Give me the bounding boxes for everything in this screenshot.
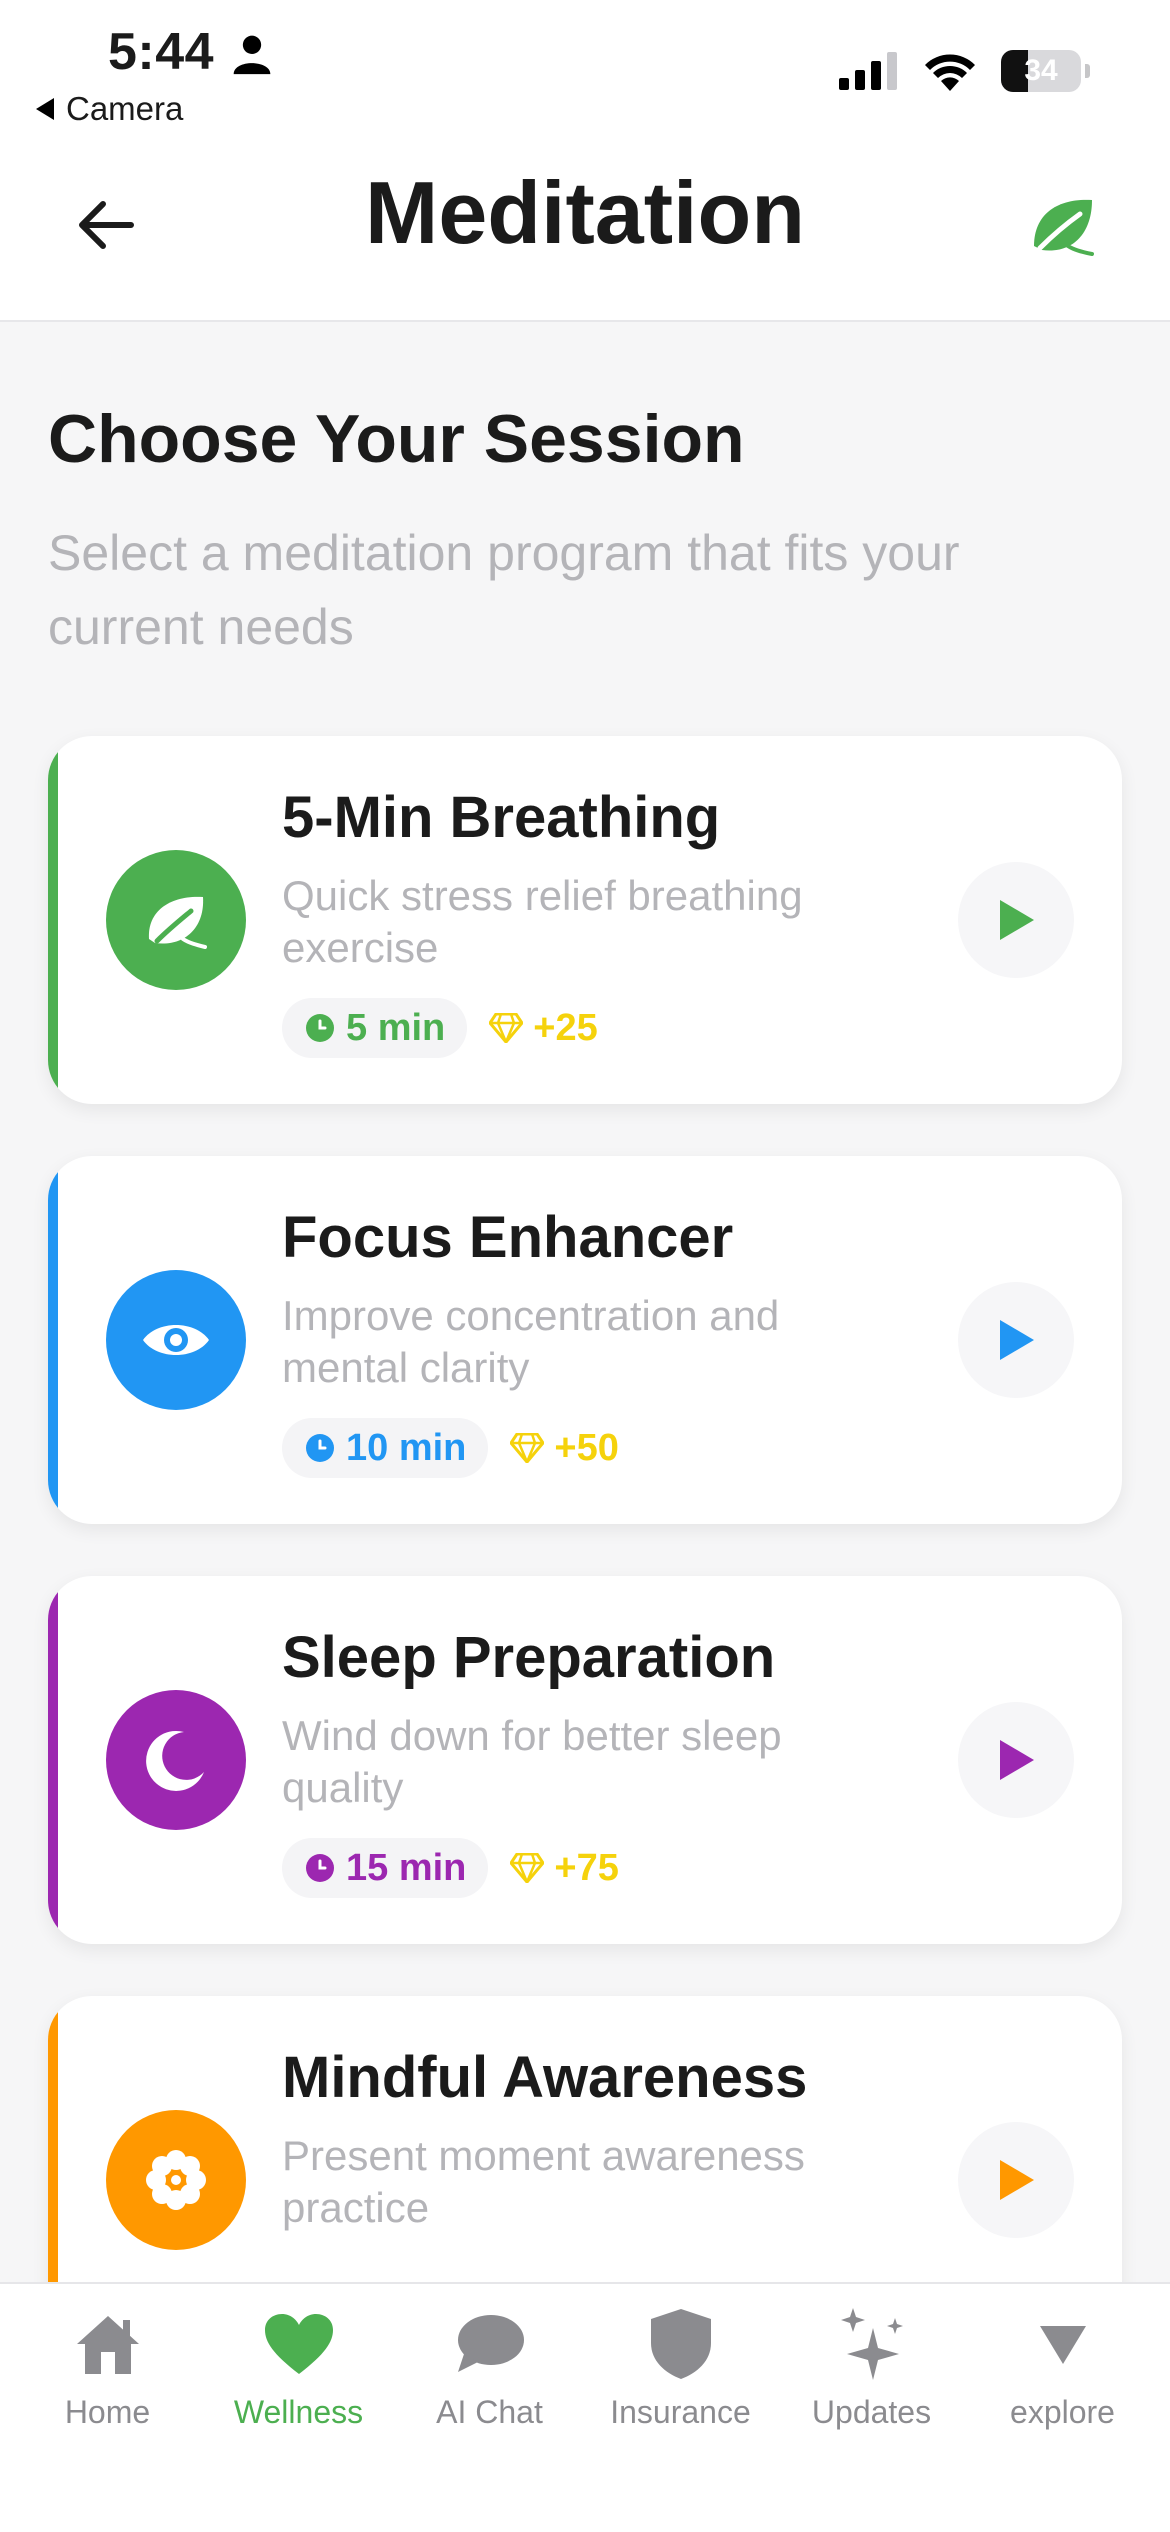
duration-badge: 10 min [282, 1418, 489, 1478]
card-accent-bar [48, 1156, 58, 1524]
play-icon [1000, 1740, 1034, 1780]
back-to-app-link[interactable]: Camera [36, 90, 183, 128]
battery-cap [1085, 64, 1090, 78]
tab-explore[interactable]: explore [973, 2302, 1153, 2532]
play-button[interactable] [958, 862, 1074, 978]
triangle-down-icon [1021, 2302, 1105, 2386]
leaf-icon [148, 896, 207, 949]
back-app-label: Camera [66, 90, 184, 127]
session-title: Mindful Awareness [282, 2045, 808, 2110]
session-card-sleep[interactable]: Sleep Preparation Wind down for better s… [48, 1576, 1122, 1944]
chat-bubble-icon [448, 2302, 532, 2386]
session-icon-circle [106, 1690, 246, 1830]
session-meta: 15 min +75 [282, 1838, 619, 1898]
session-title: Focus Enhancer [282, 1205, 734, 1270]
duration-badge: 15 min [282, 1838, 489, 1898]
session-description: Improve concentration and mental clarity [282, 1292, 780, 1391]
duration-label: 15 min [346, 1846, 467, 1889]
play-button[interactable] [958, 1702, 1074, 1818]
gem-icon [510, 1433, 545, 1463]
session-icon-circle [106, 850, 246, 990]
duration-badge: 5 min [282, 998, 468, 1058]
wifi-icon [925, 54, 975, 91]
sparkles-icon [830, 2302, 914, 2386]
session-title: Sleep Preparation [282, 1625, 776, 1690]
play-icon [1000, 900, 1034, 940]
session-card-breathing[interactable]: 5-Min Breathing Quick stress relief brea… [48, 736, 1122, 1104]
session-icon-circle [106, 1270, 246, 1410]
play-icon [1000, 1320, 1034, 1360]
person-icon [233, 35, 271, 75]
clock-icon [306, 1854, 334, 1882]
battery-level: 34 [1024, 54, 1058, 87]
section-subtitle: Select a meditation program that fits yo… [48, 525, 960, 655]
points-label: +50 [554, 1426, 619, 1469]
battery-icon: 34 [1001, 50, 1081, 92]
leaf-icon [1034, 199, 1094, 256]
clock-icon [306, 1434, 334, 1462]
card-accent-bar [48, 736, 58, 1104]
tab-insurance[interactable]: Insurance [591, 2302, 771, 2532]
status-time: 5:44 [108, 23, 215, 81]
session-description: Quick stress relief breathing exercise [282, 872, 803, 971]
tab-label: explore [1010, 2394, 1115, 2430]
points-badge: +25 [489, 1006, 598, 1050]
moon-icon [146, 1730, 204, 1791]
status-indicators: 34 [839, 50, 1090, 92]
gem-icon [489, 1013, 524, 1043]
app-header: Meditation [0, 140, 1170, 322]
session-icon-circle [106, 2110, 246, 2250]
session-meta: 5 min +25 [282, 998, 598, 1058]
bottom-tab-bar: Home Wellness AI Chat Insurance Updates … [0, 2282, 1170, 2532]
section-title: Choose Your Session [48, 401, 745, 477]
page-title: Meditation [365, 163, 805, 262]
tab-label: Wellness [233, 2394, 364, 2430]
session-meta: 10 min +50 [282, 1418, 619, 1478]
session-card-focus[interactable]: Focus Enhancer Improve concentration and… [48, 1156, 1122, 1524]
flower-icon [146, 2150, 206, 2210]
session-description: Present moment awareness practice [282, 2132, 805, 2231]
back-triangle-icon [36, 98, 54, 120]
clock-icon [306, 1014, 334, 1042]
points-badge: +50 [510, 1426, 619, 1470]
eye-icon [143, 1325, 209, 1355]
tab-label: Insurance [610, 2394, 751, 2430]
home-icon [66, 2302, 150, 2386]
tab-ai-chat[interactable]: AI Chat [400, 2302, 580, 2532]
heart-icon [257, 2302, 341, 2386]
points-label: +75 [554, 1846, 619, 1889]
duration-label: 5 min [346, 1006, 446, 1049]
cellular-signal-icon [839, 52, 897, 90]
play-button[interactable] [958, 1282, 1074, 1398]
session-description: Wind down for better sleep quality [282, 1712, 782, 1811]
shield-icon [639, 2302, 723, 2386]
tab-label: AI Chat [436, 2394, 543, 2430]
duration-label: 10 min [346, 1426, 467, 1469]
points-badge: +75 [510, 1846, 619, 1890]
tab-wellness[interactable]: Wellness [209, 2302, 389, 2532]
tab-label: Updates [811, 2394, 932, 2430]
card-accent-bar [48, 1576, 58, 1944]
gem-icon [510, 1853, 545, 1883]
play-button[interactable] [958, 2122, 1074, 2238]
tab-label: Home [64, 2394, 151, 2430]
tab-home[interactable]: Home [18, 2302, 198, 2532]
tab-updates[interactable]: Updates [782, 2302, 962, 2532]
play-icon [1000, 2160, 1034, 2200]
session-title: 5-Min Breathing [282, 785, 721, 850]
header-leaf-button[interactable] [1018, 180, 1108, 270]
points-label: +25 [533, 1006, 598, 1049]
status-bar: 5:44 Camera 34 [0, 0, 1170, 140]
